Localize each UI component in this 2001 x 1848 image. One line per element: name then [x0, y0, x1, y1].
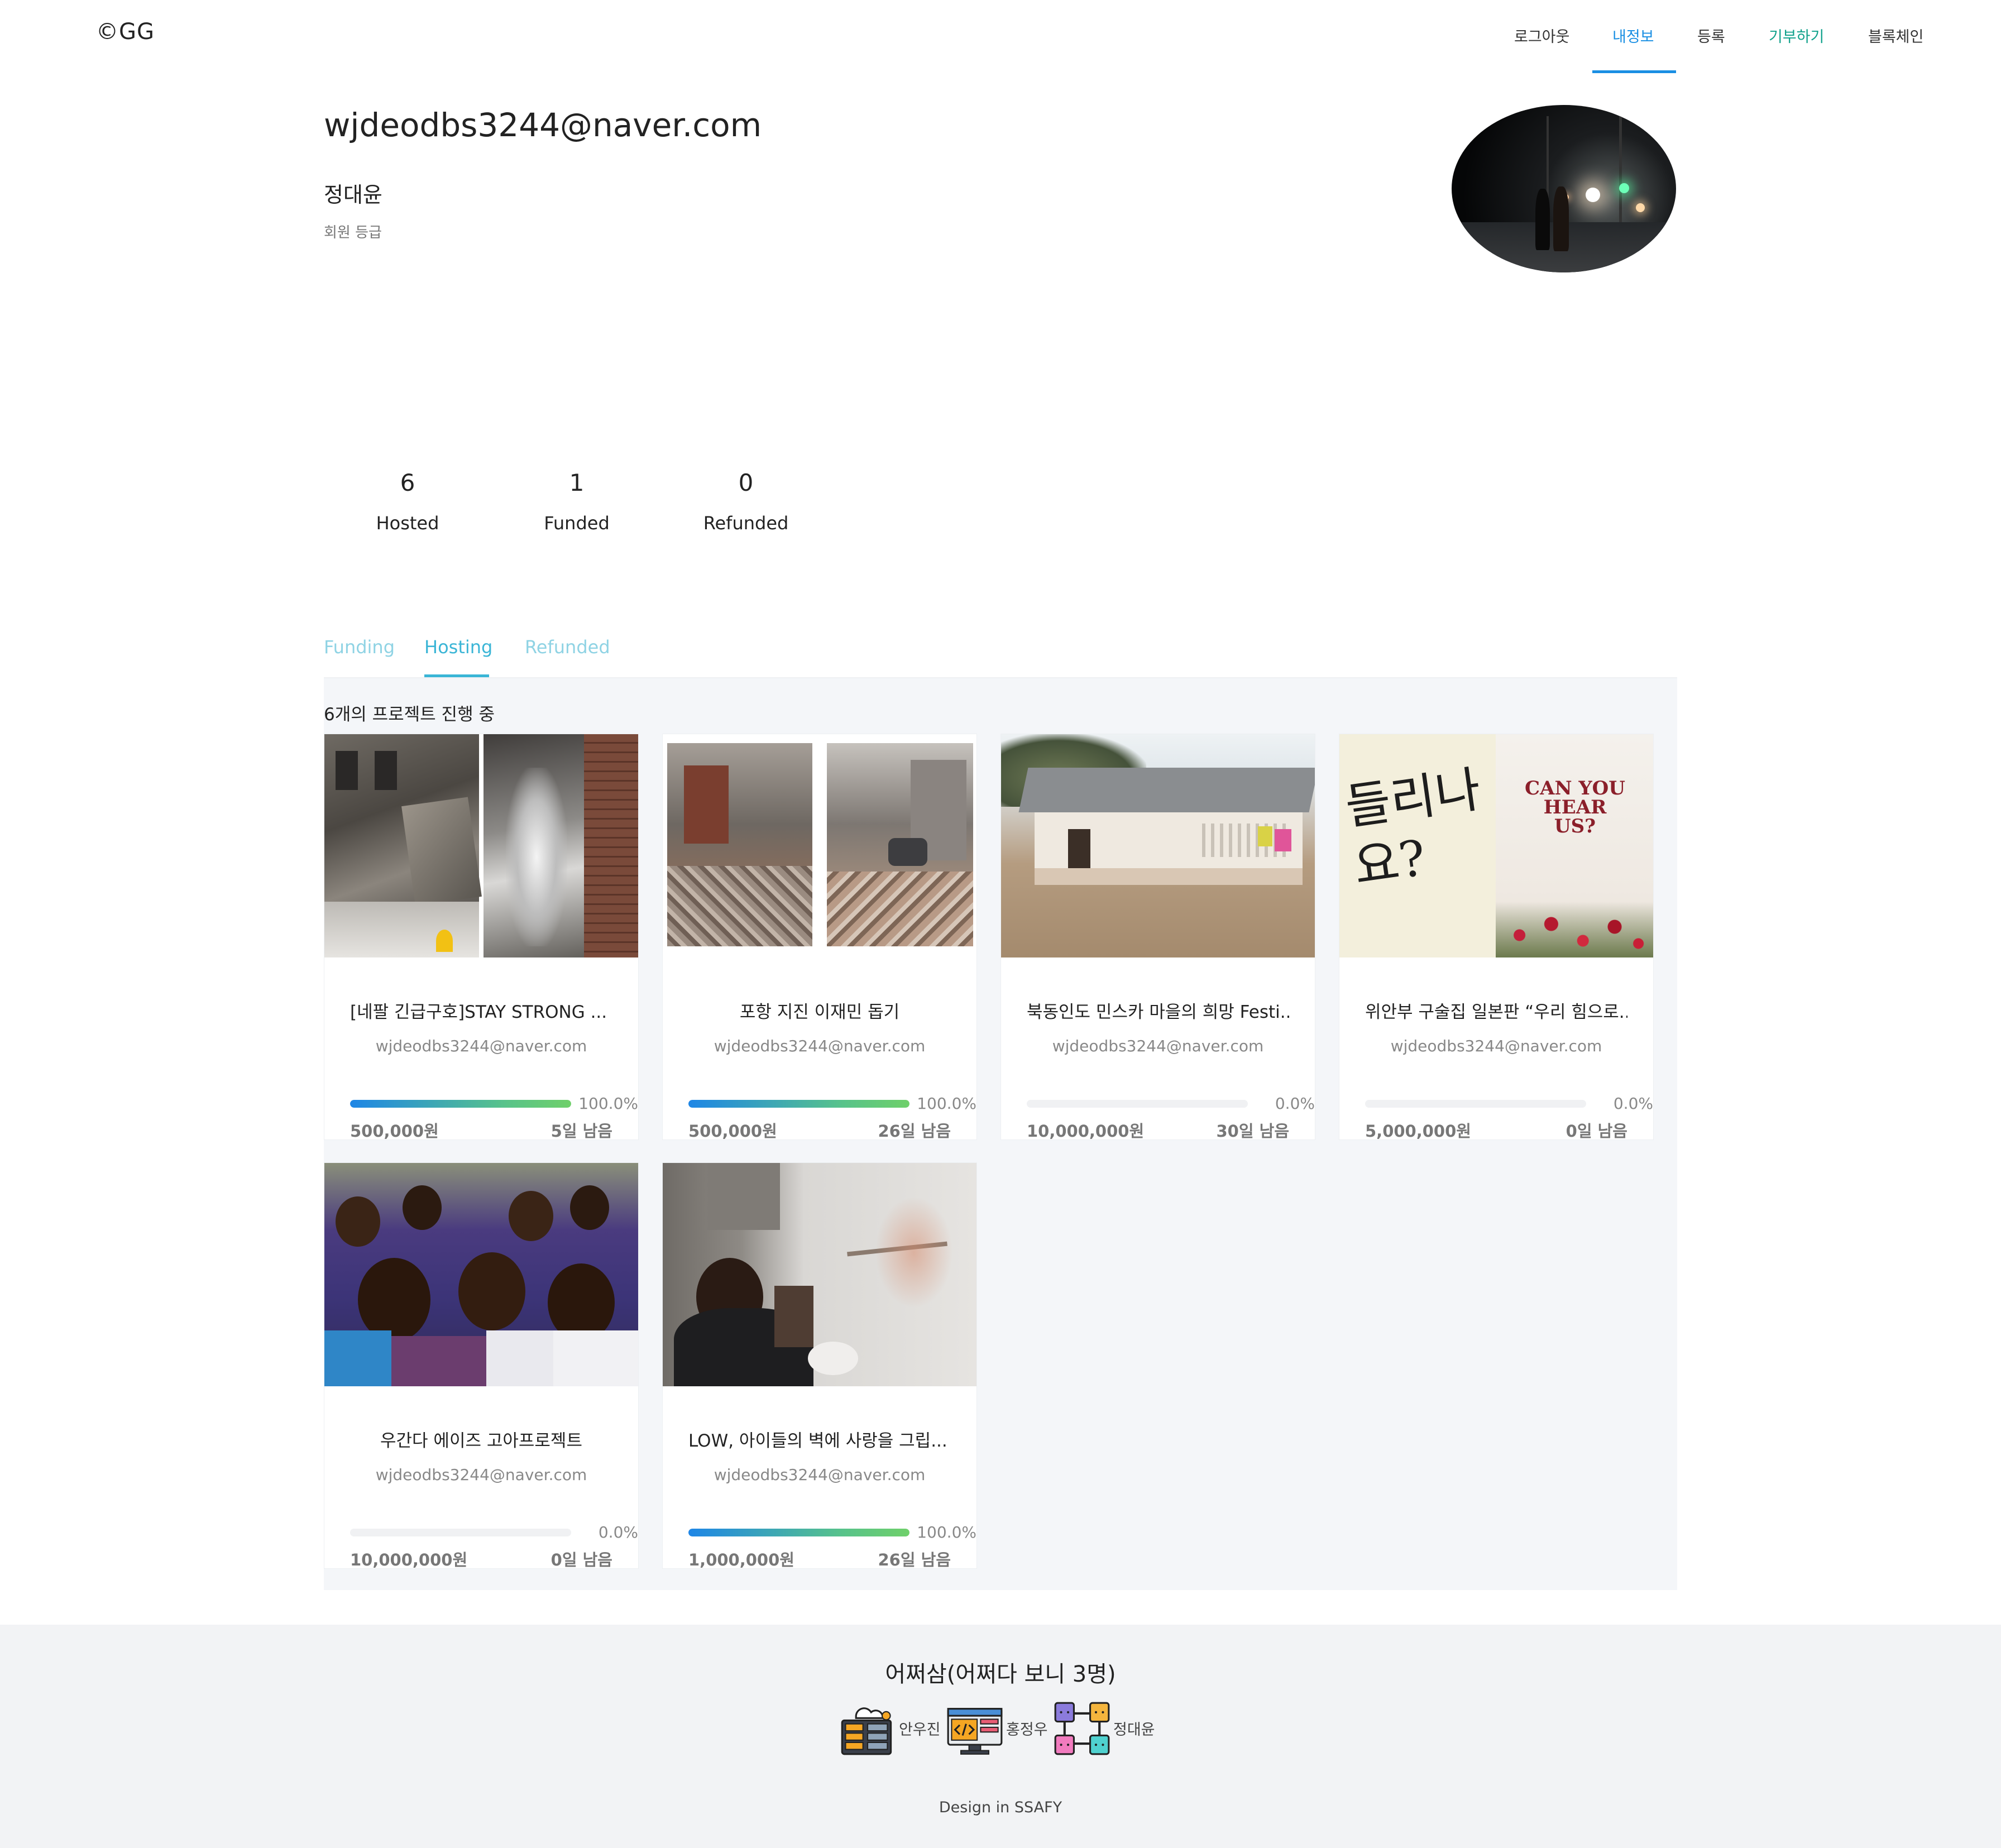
project-goal-amount: 500,000원 — [350, 1122, 439, 1141]
project-owner: wjdeodbs3244@naver.com — [375, 1466, 587, 1484]
project-goal-amount: 10,000,000원 — [350, 1550, 468, 1569]
footer-team-title: 어쩌삼(어쩌다 보니 3명) — [885, 1662, 1116, 1687]
footer-member-name: 안우진 — [899, 1721, 941, 1739]
progress-percent: 100.0% — [917, 1094, 976, 1113]
project-days-left: 30일 남음 — [1216, 1122, 1290, 1141]
project-thumbnail — [663, 734, 976, 957]
nav-active-indicator — [1592, 70, 1676, 73]
avatar — [1452, 105, 1676, 272]
project-title[interactable]: 북동인도 민스카 마을의 희망 Festi... — [1027, 998, 1289, 1023]
project-thumbnail — [324, 734, 638, 957]
site-logo[interactable]: ©GG — [96, 19, 155, 45]
project-title[interactable]: 우간다 에이즈 고아프로젝트 — [336, 1426, 627, 1452]
nav-donate[interactable]: 기부하기 — [1769, 25, 1824, 46]
blockchain-icon — [1054, 1702, 1110, 1755]
project-days-left: 0일 남음 — [550, 1550, 612, 1569]
project-title[interactable]: 위안부 구술집 일본판 “우리 힘으로... — [1365, 998, 1627, 1023]
progress-percent: 100.0% — [578, 1094, 638, 1113]
stat-refunded: 0 Refunded — [690, 469, 802, 534]
nav-logout[interactable]: 로그아웃 — [1514, 25, 1569, 46]
project-days-left: 26일 남음 — [878, 1122, 951, 1141]
stat-refunded-value: 0 — [738, 469, 754, 496]
project-card[interactable]: 들리나요? CAN YOU HEAR US? 위안부 구술집 일본판 “우리 힘… — [1339, 734, 1654, 1141]
project-goal-amount: 5,000,000원 — [1365, 1122, 1471, 1141]
tab-funding[interactable]: Funding — [324, 636, 395, 658]
progress-bar — [1365, 1100, 1586, 1108]
project-owner: wjdeodbs3244@naver.com — [714, 1466, 926, 1484]
project-goal-amount: 1,000,000원 — [688, 1550, 794, 1569]
progress-bar — [350, 1529, 571, 1536]
project-days-left: 0일 남음 — [1566, 1122, 1627, 1141]
progress-bar-fill — [350, 1100, 571, 1108]
nav-my-info[interactable]: 내정보 — [1612, 25, 1654, 46]
project-owner: wjdeodbs3244@naver.com — [1052, 1037, 1264, 1055]
stat-funded-value: 1 — [569, 469, 585, 496]
project-card[interactable]: 우간다 에이즈 고아프로젝트 wjdeodbs3244@naver.com 0.… — [324, 1162, 639, 1569]
progress-percent: 100.0% — [917, 1523, 976, 1541]
project-title[interactable]: LOW, 아이들의 벽에 사랑을 그립... — [688, 1426, 951, 1452]
project-thumbnail — [663, 1163, 976, 1386]
project-goal-amount: 10,000,000원 — [1027, 1122, 1145, 1141]
project-card[interactable]: 포항 지진 이재민 돕기 wjdeodbs3244@naver.com 100.… — [662, 734, 977, 1141]
project-days-left: 5일 남음 — [550, 1122, 612, 1141]
project-thumbnail: 들리나요? CAN YOU HEAR US? — [1339, 734, 1653, 957]
progress-percent: 0.0% — [1275, 1094, 1315, 1113]
tab-refunded[interactable]: Refunded — [525, 636, 610, 658]
stat-hosted: 6 Hosted — [352, 469, 463, 534]
nav-blockchain[interactable]: 블록체인 — [1868, 25, 1923, 46]
footer-member-name: 홍정우 — [1006, 1721, 1048, 1739]
project-card[interactable]: 북동인도 민스카 마을의 희망 Festi... wjdeodbs3244@na… — [1000, 734, 1315, 1141]
profile-grade-label: 회원 등급 — [324, 224, 382, 241]
footer-member-name: 정대윤 — [1113, 1721, 1155, 1739]
code-monitor-icon — [947, 1708, 1003, 1755]
progress-bar-fill — [688, 1529, 909, 1536]
profile-email: wjdeodbs3244@naver.com — [324, 106, 762, 144]
project-owner: wjdeodbs3244@naver.com — [375, 1037, 587, 1055]
projects-count-heading: 6개의 프로젝트 진행 중 — [324, 705, 495, 725]
progress-bar — [688, 1100, 909, 1108]
profile-name: 정대윤 — [324, 183, 382, 207]
project-title[interactable]: 포항 지진 이재민 돕기 — [674, 998, 965, 1023]
project-thumbnail — [324, 1163, 638, 1386]
book-cover-title: 들리나요? — [1342, 760, 1485, 896]
footer-credit: Design in SSAFY — [939, 1799, 1062, 1816]
top-navbar: ©GG 로그아웃 내정보 등록 기부하기 블록체인 — [0, 0, 2001, 74]
progress-percent: 0.0% — [1613, 1094, 1653, 1113]
tab-hosting[interactable]: Hosting — [424, 636, 492, 658]
project-owner: wjdeodbs3244@naver.com — [1390, 1037, 1602, 1055]
project-card[interactable]: LOW, 아이들의 벽에 사랑을 그립... wjdeodbs3244@nave… — [662, 1162, 977, 1569]
project-thumbnail — [1001, 734, 1315, 957]
project-title[interactable]: [네팔 긴급구호]STAY STRONG ... — [350, 998, 612, 1023]
stat-funded-label: Funded — [544, 513, 610, 534]
nav-register[interactable]: 등록 — [1697, 25, 1725, 46]
server-icon — [841, 1707, 892, 1755]
project-goal-amount: 500,000원 — [688, 1122, 777, 1141]
project-card[interactable]: [네팔 긴급구호]STAY STRONG ... wjdeodbs3244@na… — [324, 734, 639, 1141]
progress-percent: 0.0% — [598, 1523, 638, 1541]
progress-bar — [688, 1529, 909, 1536]
project-owner: wjdeodbs3244@naver.com — [714, 1037, 926, 1055]
stat-hosted-value: 6 — [400, 469, 415, 496]
progress-bar-fill — [688, 1100, 909, 1108]
stat-funded: 1 Funded — [521, 469, 633, 534]
stat-hosted-label: Hosted — [376, 513, 439, 534]
stat-refunded-label: Refunded — [703, 513, 789, 534]
tab-active-indicator — [424, 674, 489, 677]
book-cover-title: CAN YOU HEAR US? — [1525, 777, 1625, 837]
progress-bar — [1027, 1100, 1248, 1108]
project-days-left: 26일 남음 — [878, 1550, 951, 1569]
progress-bar — [350, 1100, 571, 1108]
